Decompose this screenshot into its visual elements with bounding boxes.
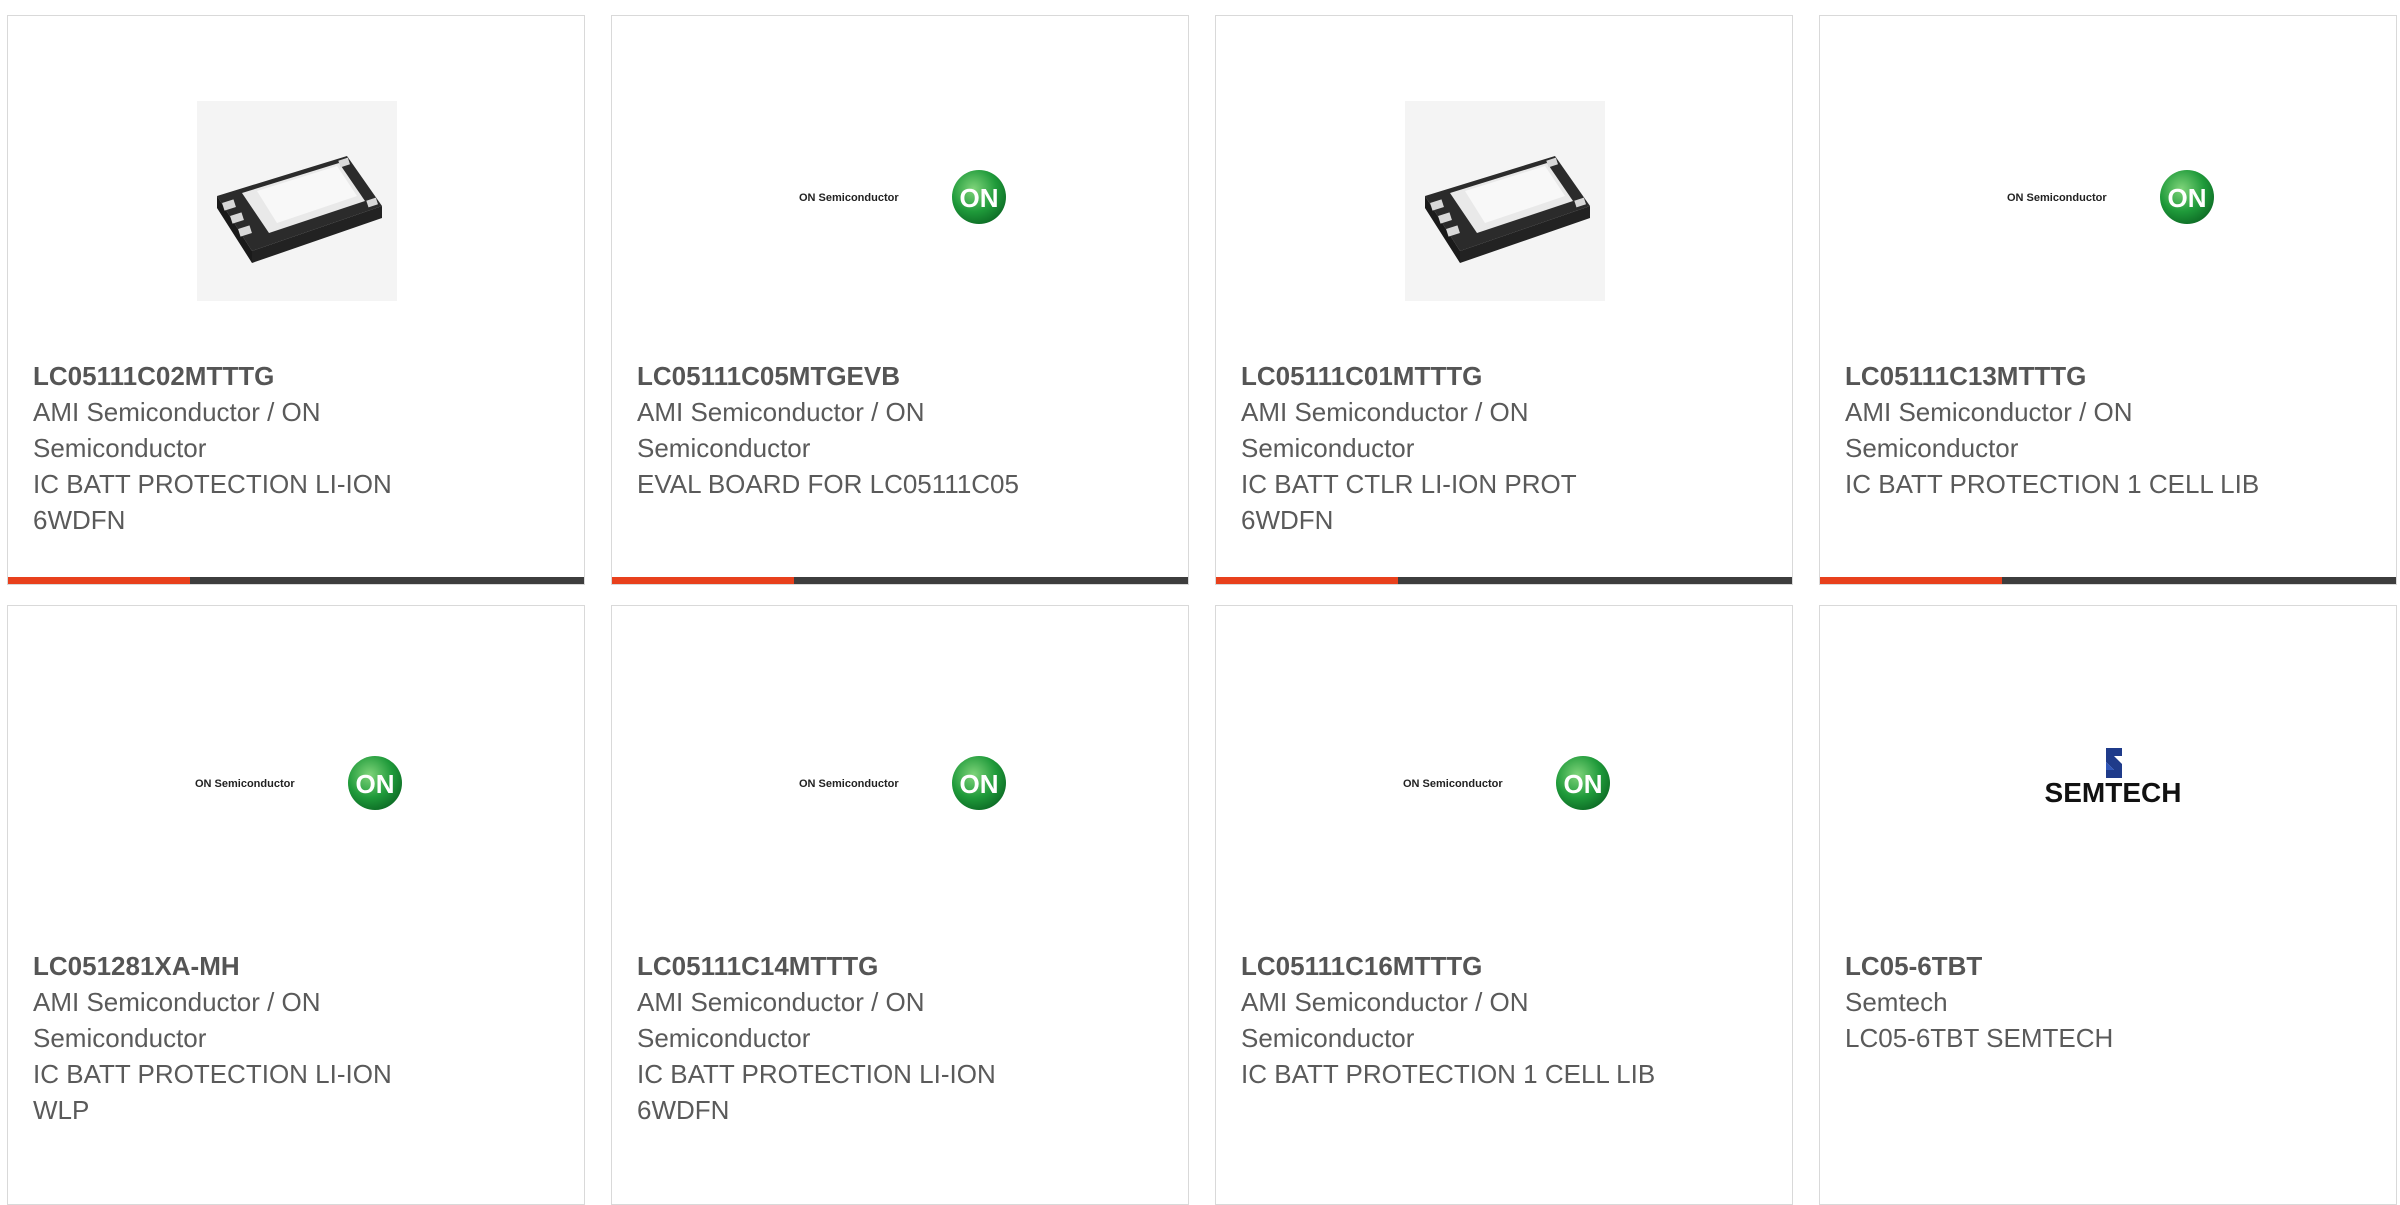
on-badge-text: ON [2168,183,2207,213]
product-image[interactable]: ON Semiconductor ON [8,606,584,946]
logo-wordmark: ON Semiconductor [799,192,899,204]
semtech-logo-icon: SEMTECH [2045,748,2182,808]
manufacturer-name: AMI Semiconductor / ON Semiconductor [33,987,321,1053]
product-info: LC051281XA-MH AMI Semiconductor / ON Sem… [33,948,559,1128]
manufacturer-name: AMI Semiconductor / ON Semiconductor [1241,987,1529,1053]
part-number-link[interactable]: LC05-6TBT [1845,948,2371,984]
part-number-link[interactable]: LC05111C14MTTTG [637,948,1163,984]
product-info: LC05-6TBT Semtech LC05-6TBT SEMTECH [1845,948,2371,1056]
product-image[interactable]: SEMTECH [1820,606,2396,946]
manufacturer-name: AMI Semiconductor / ON Semiconductor [1845,397,2133,463]
product-card[interactable]: ON Semiconductor ON LC051281XA-MH AMI Se… [7,605,585,1205]
on-badge-text: ON [960,769,999,799]
on-semiconductor-logo-icon: ON Semiconductor ON [799,170,1006,224]
semtech-wordmark: SEMTECH [2045,777,2182,808]
on-semiconductor-logo-icon: ON Semiconductor ON [195,756,402,810]
product-info: LC05111C13MTTTG AMI Semiconductor / ON S… [1845,358,2371,502]
card-bottom-bar [612,577,1188,584]
part-number-link[interactable]: LC05111C16MTTTG [1241,948,1767,984]
logo-wordmark: ON Semiconductor [195,778,295,790]
on-badge-text: ON [1564,769,1603,799]
on-semiconductor-logo-icon: ON Semiconductor ON [2007,170,2214,224]
manufacturer-name: AMI Semiconductor / ON Semiconductor [1241,397,1529,463]
manufacturer-name: Semtech [1845,987,1948,1017]
on-semiconductor-logo-icon: ON Semiconductor ON [1403,756,1610,810]
product-card[interactable]: LC05111C02MTTTG AMI Semiconductor / ON S… [7,15,585,585]
product-description: IC BATT CTLR LI-ION PROT 6WDFN [1241,469,1577,535]
manufacturer-name: AMI Semiconductor / ON Semiconductor [33,397,321,463]
logo-wordmark: ON Semiconductor [1403,778,1503,790]
on-badge-text: ON [356,769,395,799]
on-badge-text: ON [960,183,999,213]
on-semiconductor-logo-icon: ON Semiconductor ON [799,756,1006,810]
product-info: LC05111C05MTGEVB AMI Semiconductor / ON … [637,358,1163,502]
product-grid: LC05111C02MTTTG AMI Semiconductor / ON S… [0,0,2400,1205]
card-accent [1820,577,2002,584]
product-image[interactable]: ON Semiconductor ON [1820,16,2396,356]
part-number-link[interactable]: LC05111C02MTTTG [33,358,559,394]
logo-wordmark: ON Semiconductor [799,778,899,790]
product-description: IC BATT PROTECTION 1 CELL LIB [1241,1059,1656,1089]
product-image[interactable]: ON Semiconductor ON [612,606,1188,946]
product-image[interactable] [8,16,584,356]
card-accent [612,577,794,584]
part-number-link[interactable]: LC05111C01MTTTG [1241,358,1767,394]
product-info: LC05111C01MTTTG AMI Semiconductor / ON S… [1241,358,1767,538]
product-info: LC05111C02MTTTG AMI Semiconductor / ON S… [33,358,559,538]
product-card[interactable]: ON Semiconductor ON LC05111C05MTGEVB AMI… [611,15,1189,585]
product-image[interactable]: ON Semiconductor ON [1216,606,1792,946]
product-description: IC BATT PROTECTION 1 CELL LIB [1845,469,2260,499]
part-number-link[interactable]: LC051281XA-MH [33,948,559,984]
product-card[interactable]: ON Semiconductor ON LC05111C16MTTTG AMI … [1215,605,1793,1205]
manufacturer-name: AMI Semiconductor / ON Semiconductor [637,987,925,1053]
product-card[interactable]: SEMTECH LC05-6TBT Semtech LC05-6TBT SEMT… [1819,605,2397,1205]
product-card[interactable]: ON Semiconductor ON LC05111C14MTTTG AMI … [611,605,1189,1205]
product-description: EVAL BOARD FOR LC05111C05 [637,469,1019,499]
product-image[interactable] [1216,16,1792,356]
chip-package-icon [1405,101,1605,301]
card-accent [1216,577,1398,584]
product-description: IC BATT PROTECTION LI-ION 6WDFN [637,1059,996,1125]
part-number-link[interactable]: LC05111C05MTGEVB [637,358,1163,394]
card-accent [8,577,190,584]
chip-package-icon [197,101,397,301]
product-card[interactable]: LC05111C01MTTTG AMI Semiconductor / ON S… [1215,15,1793,585]
product-description: LC05-6TBT SEMTECH [1845,1023,2114,1053]
product-card[interactable]: ON Semiconductor ON LC05111C13MTTTG AMI … [1819,15,2397,585]
product-info: LC05111C16MTTTG AMI Semiconductor / ON S… [1241,948,1767,1092]
logo-wordmark: ON Semiconductor [2007,192,2107,204]
product-description: IC BATT PROTECTION LI-ION 6WDFN [33,469,392,535]
part-number-link[interactable]: LC05111C13MTTTG [1845,358,2371,394]
card-bottom-bar [1820,577,2396,584]
product-description: IC BATT PROTECTION LI-ION WLP [33,1059,392,1125]
product-image[interactable]: ON Semiconductor ON [612,16,1188,356]
product-info: LC05111C14MTTTG AMI Semiconductor / ON S… [637,948,1163,1128]
card-bottom-bar [1216,577,1792,584]
card-bottom-bar [8,577,584,584]
manufacturer-name: AMI Semiconductor / ON Semiconductor [637,397,925,463]
